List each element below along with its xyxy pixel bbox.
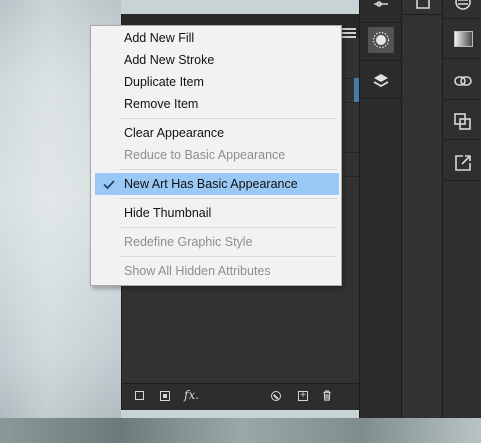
panel-footer: fx. +: [122, 383, 360, 410]
menu-item-reduce-to-basic-appearance: Reduce to Basic Appearance: [124, 148, 286, 162]
menu-separator: [119, 118, 337, 119]
menu-item-duplicate-item[interactable]: Duplicate Item: [91, 71, 341, 93]
gradient-icon[interactable]: [454, 31, 473, 47]
artboard-canvas-bottom[interactable]: [0, 418, 481, 443]
menu-item-hide-thumbnail[interactable]: Hide Thumbnail: [91, 202, 341, 224]
menu-item-show-all-hidden-attributes: Show All Hidden Attributes: [124, 264, 271, 278]
links-icon[interactable]: [453, 71, 473, 91]
menu-separator: [119, 227, 337, 228]
appearance-sun-icon[interactable]: [371, 30, 391, 50]
trash-icon[interactable]: [322, 390, 332, 401]
add-effect-icon[interactable]: fx.: [184, 389, 199, 401]
menu-item-new-art-has-basic-appearance[interactable]: New Art Has Basic Appearance: [95, 173, 339, 195]
duplicate-item-icon[interactable]: +: [298, 391, 308, 401]
dock-column-2: [401, 0, 443, 418]
menu-item-clear-appearance[interactable]: Clear Appearance: [91, 122, 341, 144]
clear-appearance-icon[interactable]: [271, 391, 281, 401]
menu-item-add-new-stroke[interactable]: Add New Stroke: [91, 49, 341, 71]
color-wheel-icon[interactable]: [453, 0, 473, 12]
menu-separator: [119, 256, 337, 257]
add-fill-icon[interactable]: [160, 391, 170, 401]
menu-item-remove-item[interactable]: Remove Item: [91, 93, 341, 115]
menu-item-label: New Art Has Basic Appearance: [124, 177, 298, 191]
export-icon[interactable]: [453, 153, 473, 173]
checkmark-icon: [103, 180, 115, 190]
menu-item-redefine-graphic-style: Redefine Graphic Style: [124, 235, 253, 249]
add-stroke-icon[interactable]: [135, 391, 144, 400]
menu-item-add-new-fill[interactable]: Add New Fill: [91, 27, 341, 49]
panel-menu-icon[interactable]: [342, 26, 356, 38]
document-icon[interactable]: [413, 0, 433, 12]
pathfinder-icon[interactable]: [453, 112, 473, 132]
appearance-panel-menu: Add New Fill Add New Stroke Duplicate It…: [90, 25, 342, 286]
layers-icon[interactable]: [371, 71, 391, 91]
dock-column-3: [442, 0, 481, 418]
properties-sliders-icon[interactable]: [371, 0, 391, 14]
menu-separator: [119, 169, 337, 170]
menu-separator: [119, 198, 337, 199]
